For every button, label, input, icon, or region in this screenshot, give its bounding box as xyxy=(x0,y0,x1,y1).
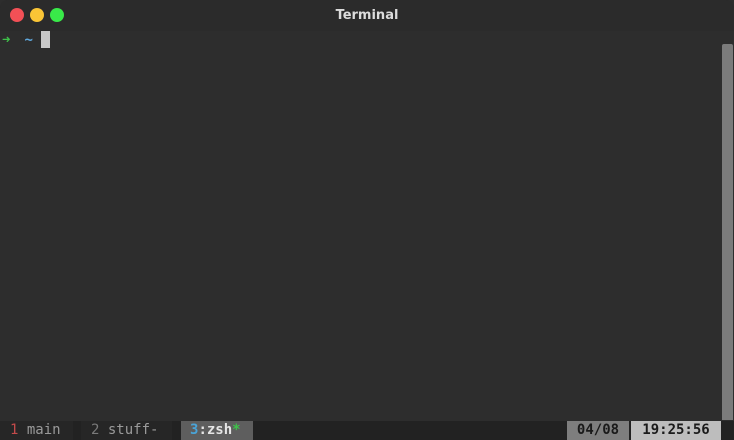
scrollbar-thumb[interactable] xyxy=(722,44,733,420)
window-title: Terminal xyxy=(335,8,399,23)
prompt-arrow-icon: ➜ xyxy=(2,32,11,48)
status-time: 19:25:56 xyxy=(631,421,721,440)
title-bar[interactable]: Terminal xyxy=(0,0,734,31)
terminal-output[interactable]: ➜ ~ xyxy=(0,31,721,421)
tmux-status-bar: 1 main 2 stuff- 3:zsh* 04/08 19:25:56 xyxy=(0,421,734,440)
active-window-flag: * xyxy=(232,422,241,438)
terminal-window: Terminal ➜ ~ 1 main 2 stuff- 3:zsh* 04/08… xyxy=(0,0,734,440)
window-index: 2 xyxy=(91,422,100,438)
prompt-line: ➜ ~ xyxy=(2,31,50,49)
tmux-window-main[interactable]: 1 main xyxy=(0,421,73,440)
status-bar-end xyxy=(721,421,734,440)
prompt-directory: ~ xyxy=(24,32,33,48)
tmux-window-stuff[interactable]: 2 stuff- xyxy=(81,421,172,440)
scrollbar[interactable] xyxy=(721,31,734,421)
window-index: 3 xyxy=(190,422,199,438)
window-index: 1 xyxy=(10,422,19,438)
window-name: :zsh xyxy=(198,422,233,438)
text-cursor xyxy=(40,31,50,48)
status-date: 04/08 xyxy=(567,421,629,440)
tmux-window-zsh-active[interactable]: 3:zsh* xyxy=(181,421,253,440)
window-name: stuff- xyxy=(99,422,159,438)
window-name: main xyxy=(18,422,61,438)
